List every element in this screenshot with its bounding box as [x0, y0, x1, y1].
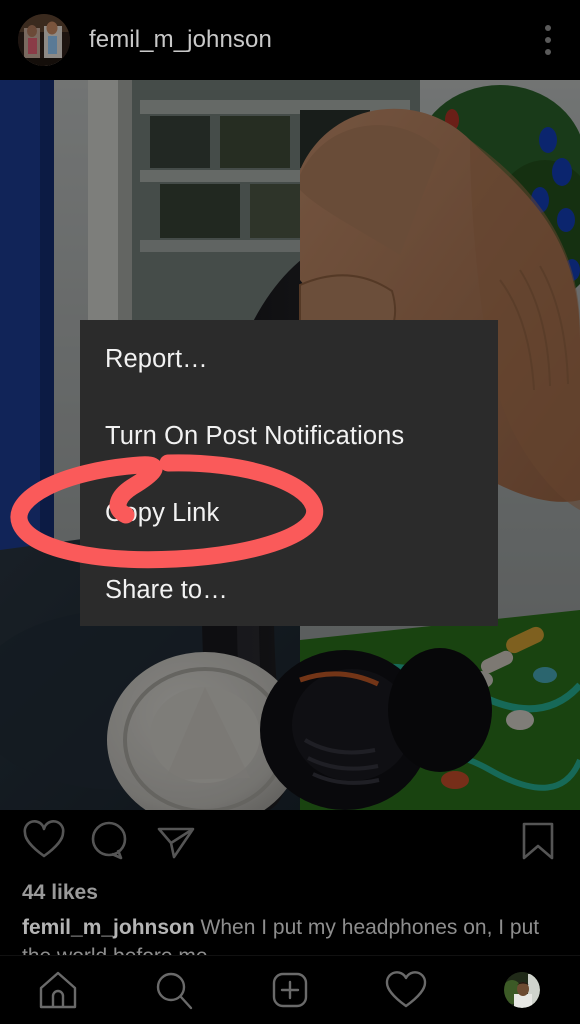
post-header: femil_m_johnson — [0, 0, 580, 80]
menu-item-turn-on-post-notifications[interactable]: Turn On Post Notifications — [105, 422, 404, 451]
menu-item-copy-link[interactable]: Copy Link — [105, 499, 219, 528]
menu-item-share-to[interactable]: Share to… — [105, 576, 228, 605]
likes-count[interactable]: 44 likes — [22, 881, 98, 905]
caption-username[interactable]: femil_m_johnson — [22, 916, 195, 939]
profile-avatar-icon — [504, 972, 540, 1008]
nav-add-post-icon[interactable] — [266, 966, 314, 1014]
post-caption: femil_m_johnson When I put my headphones… — [22, 913, 567, 955]
comment-bubble-icon[interactable] — [88, 819, 132, 863]
bottom-navigation-bar — [0, 955, 580, 1024]
caption-clip: femil_m_johnson When I put my headphones… — [0, 913, 580, 955]
nav-search-icon[interactable] — [150, 966, 198, 1014]
nav-activity-icon[interactable] — [382, 966, 430, 1014]
post-action-bar — [0, 810, 580, 872]
post-username[interactable]: femil_m_johnson — [89, 26, 272, 54]
instagram-post-screen: femil_m_johnson Report… Turn On Post Not… — [0, 0, 580, 1024]
avatar[interactable] — [18, 14, 70, 66]
bookmark-icon[interactable] — [518, 819, 558, 863]
caption-text: When I put my headphones on, I — [200, 916, 505, 939]
share-paper-plane-icon[interactable] — [154, 819, 198, 863]
nav-profile-avatar[interactable] — [498, 966, 546, 1014]
nav-home-icon[interactable] — [34, 966, 82, 1014]
heart-icon[interactable] — [22, 819, 66, 863]
more-options-vertical-dots-icon[interactable] — [544, 25, 552, 55]
post-options-dialog: Report… Turn On Post Notifications Copy … — [80, 320, 498, 626]
menu-item-report[interactable]: Report… — [105, 345, 208, 374]
